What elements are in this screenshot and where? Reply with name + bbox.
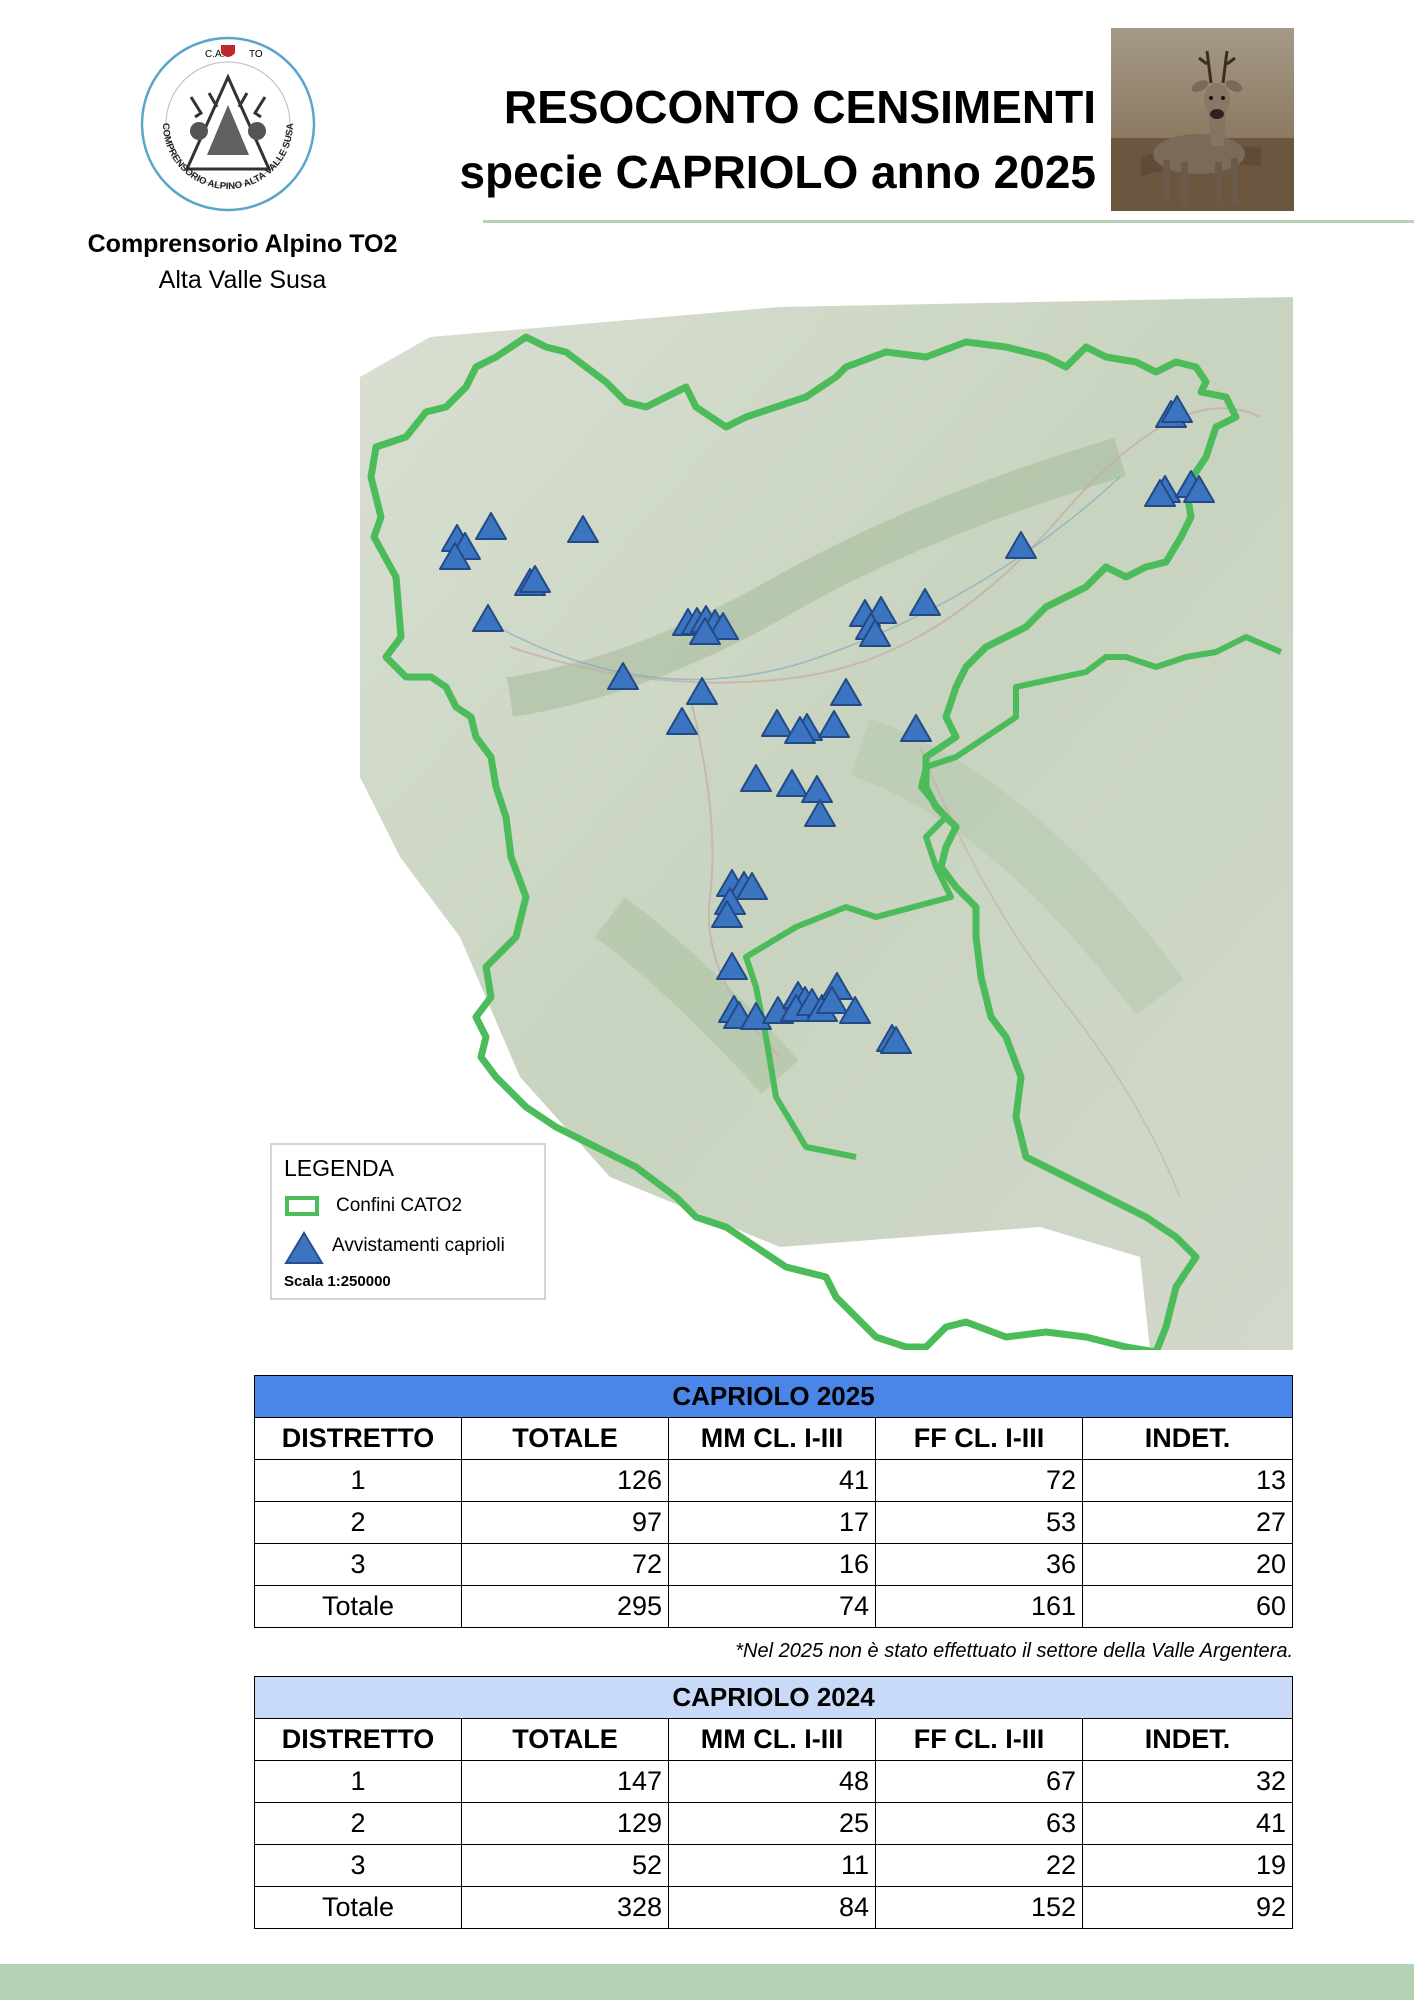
table-cell: 41 xyxy=(668,1459,876,1502)
table-cell: 92 xyxy=(1081,1886,1294,1929)
map-legend: LEGENDA Confini CATO2 Avvistamenti capri… xyxy=(270,1143,546,1300)
legend-sightings-label: Avvistamenti caprioli xyxy=(332,1235,505,1256)
table-cell: 72 xyxy=(875,1459,1083,1502)
table-cell: 67 xyxy=(875,1760,1083,1803)
table-cell: 74 xyxy=(668,1585,876,1628)
table-cell: 13 xyxy=(1081,1459,1294,1502)
table-caption: CAPRIOLO 2025 xyxy=(253,1375,1294,1418)
column-header: MM CL. I-III xyxy=(668,1417,876,1460)
column-header: FF CL. I-III xyxy=(875,1417,1083,1460)
column-header: INDET. xyxy=(1081,1718,1294,1761)
table-row: 1 147 48 67 32 xyxy=(254,1760,1294,1803)
table-row-total: Totale 328 84 152 92 xyxy=(254,1886,1294,1929)
table-cell: 32 xyxy=(1081,1760,1294,1803)
table-cell: 3 xyxy=(254,1844,462,1887)
table-cell: 3 xyxy=(254,1543,462,1586)
table-cell: 36 xyxy=(875,1543,1083,1586)
column-header: MM CL. I-III xyxy=(668,1718,876,1761)
column-header: INDET. xyxy=(1081,1417,1294,1460)
table-cell: 126 xyxy=(461,1459,669,1502)
column-header: FF CL. I-III xyxy=(875,1718,1083,1761)
footer-bar xyxy=(0,1964,1414,2000)
table-cell: 295 xyxy=(461,1585,669,1628)
table-cell: 147 xyxy=(461,1760,669,1803)
table-cell: 161 xyxy=(875,1585,1083,1628)
table-cell: 129 xyxy=(461,1802,669,1845)
legend-title: LEGENDA xyxy=(284,1155,394,1181)
table-row-total: Totale 295 74 161 60 xyxy=(254,1585,1294,1628)
column-header: DISTRETTO xyxy=(254,1718,462,1761)
table-cell: 97 xyxy=(461,1501,669,1544)
table-caption: CAPRIOLO 2024 xyxy=(253,1676,1294,1719)
table-cell: 2 xyxy=(254,1501,462,1544)
table-cell: 53 xyxy=(875,1501,1083,1544)
table-cell: Totale xyxy=(254,1886,462,1929)
table-cell: 60 xyxy=(1081,1585,1294,1628)
legend-scale: Scala 1:250000 xyxy=(284,1273,391,1290)
table-cell: 152 xyxy=(875,1886,1083,1929)
organization-name: Comprensorio Alpino TO2 xyxy=(87,230,398,258)
column-header: TOTALE xyxy=(461,1718,669,1761)
organization-subtitle: Alta Valle Susa xyxy=(158,266,327,294)
table-cell: 72 xyxy=(461,1543,669,1586)
table-cell: Totale xyxy=(254,1585,462,1628)
table-row: 2 97 17 53 27 xyxy=(254,1501,1294,1544)
table-cell: 63 xyxy=(875,1802,1083,1845)
table-cell: 11 xyxy=(668,1844,876,1887)
table-cell: 48 xyxy=(668,1760,876,1803)
column-header: TOTALE xyxy=(461,1417,669,1460)
table-cell: 84 xyxy=(668,1886,876,1929)
table-cell: 20 xyxy=(1081,1543,1294,1586)
table-cell: 41 xyxy=(1081,1802,1294,1845)
logo-text-to: TO xyxy=(249,49,263,60)
table-cell: 1 xyxy=(254,1459,462,1502)
legend-boundary-label: Confini CATO2 xyxy=(336,1195,463,1216)
table-cell: 25 xyxy=(668,1802,876,1845)
table-row: 1 126 41 72 13 xyxy=(254,1459,1294,1502)
table-cell: 328 xyxy=(461,1886,669,1929)
column-header: DISTRETTO xyxy=(254,1417,462,1460)
census-table-2024: CAPRIOLO 2024 DISTRETTO TOTALE MM CL. I-… xyxy=(253,1676,1294,1929)
roe-deer-photo xyxy=(1111,28,1294,211)
triangle-marker-icon xyxy=(284,1231,324,1264)
organization-logo: C.A. TO COMPRENSORIO ALPINO ALTA VALLE S… xyxy=(140,36,316,212)
table-footnote: *Nel 2025 non è stato effettuato il sett… xyxy=(735,1640,1293,1662)
table-row: 3 72 16 36 20 xyxy=(254,1543,1294,1586)
table-cell: 1 xyxy=(254,1760,462,1803)
table-row: 2 129 25 63 41 xyxy=(254,1802,1294,1845)
title-divider xyxy=(483,220,1414,223)
table-cell: 2 xyxy=(254,1802,462,1845)
page-title-line2: specie CAPRIOLO anno 2025 xyxy=(459,146,1096,198)
census-table-2025: CAPRIOLO 2025 DISTRETTO TOTALE MM CL. I-… xyxy=(253,1375,1294,1628)
table-cell: 19 xyxy=(1081,1844,1294,1887)
table-row: 3 52 11 22 19 xyxy=(254,1844,1294,1887)
table-cell: 52 xyxy=(461,1844,669,1887)
table-cell: 22 xyxy=(875,1844,1083,1887)
table-cell: 17 xyxy=(668,1501,876,1544)
page-title-line1: RESOCONTO CENSIMENTI xyxy=(503,81,1096,133)
boundary-swatch-icon xyxy=(285,1196,319,1216)
table-cell: 27 xyxy=(1081,1501,1294,1544)
table-cell: 16 xyxy=(668,1543,876,1586)
